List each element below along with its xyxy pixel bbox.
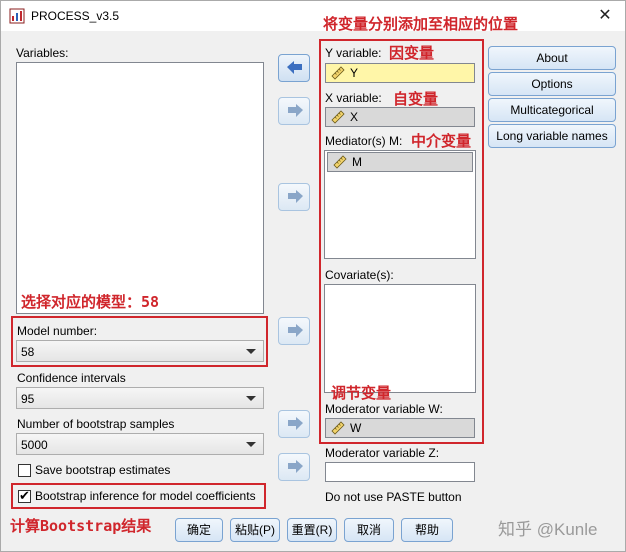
move-to-x-button[interactable] [278,97,310,125]
annotation-model: 选择对应的模型：58 [21,293,160,311]
confidence-label: Confidence intervals [17,371,126,385]
multicategorical-button[interactable]: Multicategorical [488,98,616,122]
arrow-right-icon [288,417,303,430]
variables-label: Variables: [16,46,69,60]
move-to-covariates-button[interactable] [278,317,310,345]
model-highlight-box [11,316,268,367]
chevron-down-icon [246,442,256,447]
paste-note: Do not use PASTE button [325,490,462,504]
arrow-right-icon [288,104,303,117]
close-button[interactable]: ✕ [593,4,617,28]
bootstrap-samples-value: 5000 [21,438,48,452]
moderator-z-field[interactable] [325,462,475,482]
move-to-moderator-w-button[interactable] [278,410,310,438]
confidence-value: 95 [21,392,35,406]
bootstrap-samples-label: Number of bootstrap samples [17,417,175,431]
long-variable-names-button[interactable]: Long variable names [488,124,616,148]
about-button[interactable]: About [488,46,616,70]
confidence-select[interactable]: 95 [16,387,264,409]
bootstrap-samples-select[interactable]: 5000 [16,433,264,455]
ok-button[interactable]: 确定 [175,518,223,542]
window-title: PROCESS_v3.5 [31,9,120,23]
move-to-mediator-button[interactable] [278,183,310,211]
save-bootstrap-checkbox[interactable] [18,464,31,477]
title-bar: PROCESS_v3.5 ✕ [1,1,625,31]
process-dialog: PROCESS_v3.5 ✕ Variables: Model number: … [0,0,626,552]
bootstrap-highlight-box [11,483,266,509]
options-button[interactable]: Options [488,72,616,96]
annotation-x: 自变量 [393,90,439,108]
help-button[interactable]: 帮助 [401,518,453,542]
annotation-m: 中介变量 [411,132,472,150]
arrow-right-icon [288,460,303,473]
arrow-right-icon [288,190,303,203]
moderator-z-label: Moderator variable Z: [325,446,440,460]
variables-listbox[interactable] [16,62,264,314]
chevron-down-icon [246,396,256,401]
annotation-w: 调节变量 [331,384,392,402]
cancel-button[interactable]: 取消 [344,518,394,542]
watermark: 知乎 @Kunle [498,520,598,539]
move-to-moderator-z-button[interactable] [278,453,310,481]
arrow-right-icon [288,324,303,337]
arrow-left-icon [287,61,302,74]
spss-app-icon [9,8,25,24]
move-to-y-button[interactable] [278,54,310,82]
annotation-top: 将变量分别添加至相应的位置 [323,15,519,33]
save-bootstrap-label: Save bootstrap estimates [35,463,171,477]
reset-button[interactable]: 重置(R) [287,518,337,542]
annotation-y: 因变量 [389,44,435,62]
paste-button[interactable]: 粘贴(P) [230,518,280,542]
annotation-bootstrap: 计算Bootstrap结果 [10,517,152,535]
